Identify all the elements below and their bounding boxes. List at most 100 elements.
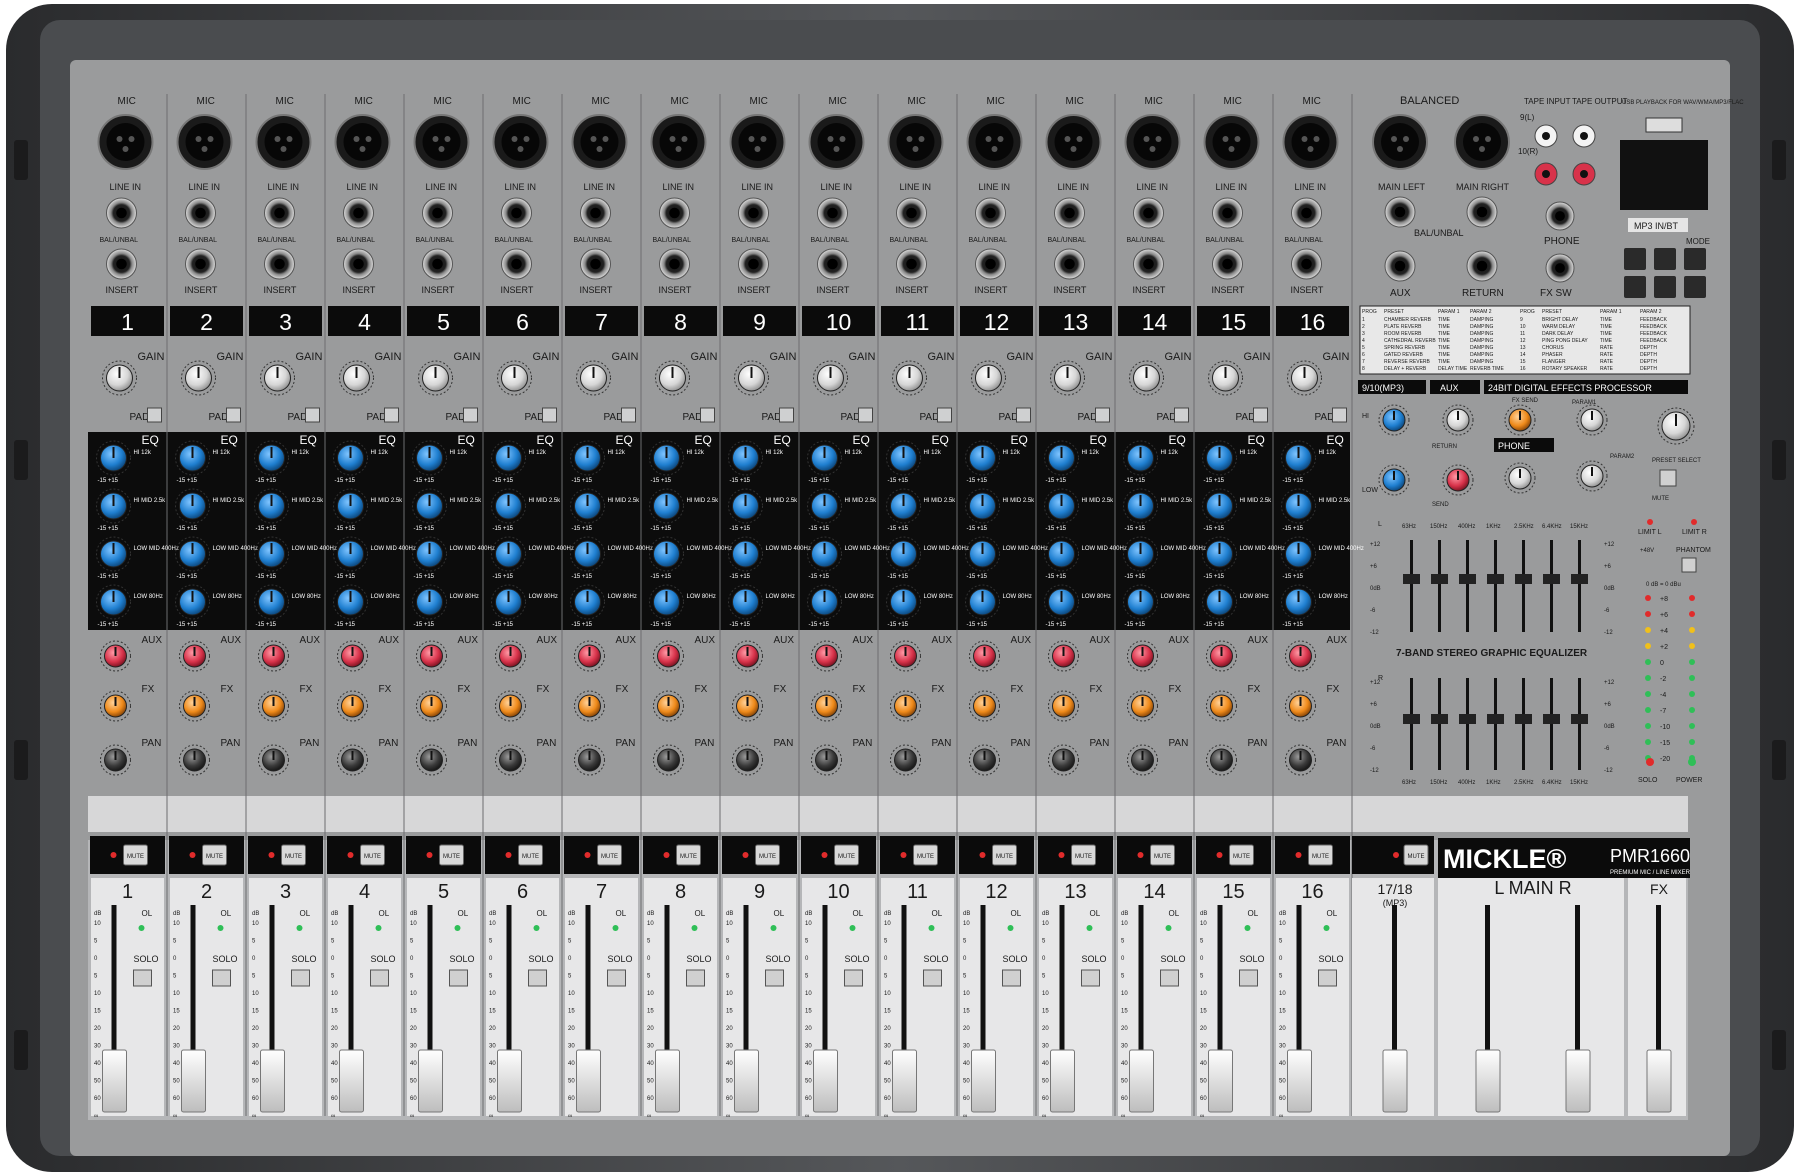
- mic-input-12[interactable]: [966, 114, 1023, 170]
- geq-slider-r-5[interactable]: [1543, 714, 1560, 724]
- geq-slider-r-2[interactable]: [1459, 714, 1476, 724]
- mic-input-16[interactable]: [1282, 114, 1339, 170]
- line-in-jack-5[interactable]: [422, 197, 453, 229]
- solo-button-11[interactable]: [923, 969, 942, 987]
- insert-jack-15[interactable]: [1212, 248, 1243, 280]
- insert-jack-2[interactable]: [185, 248, 216, 280]
- line-in-jack-3[interactable]: [264, 197, 295, 229]
- main-right-jack[interactable]: [1466, 196, 1498, 228]
- solo-button-12[interactable]: [1002, 969, 1021, 987]
- geq-slider-r-4[interactable]: [1515, 714, 1532, 724]
- pad-button-11[interactable]: [937, 407, 952, 423]
- usb-port[interactable]: [1645, 117, 1683, 133]
- return-jack[interactable]: [1466, 250, 1498, 282]
- mic-input-15[interactable]: [1203, 114, 1260, 170]
- master-fader-2-0[interactable]: [1646, 1049, 1672, 1113]
- fx-sw-jack[interactable]: [1545, 253, 1575, 283]
- mic-input-14[interactable]: [1124, 114, 1181, 170]
- line-in-jack-9[interactable]: [738, 197, 769, 229]
- pad-button-14[interactable]: [1174, 407, 1189, 423]
- mic-input-1[interactable]: [97, 114, 154, 170]
- line-in-jack-4[interactable]: [343, 197, 374, 229]
- insert-jack-5[interactable]: [422, 248, 453, 280]
- mic-input-7[interactable]: [571, 114, 628, 170]
- channel-fader-14[interactable]: [1129, 1049, 1154, 1113]
- master-fader-1-0[interactable]: [1475, 1049, 1501, 1113]
- solo-button-3[interactable]: [291, 969, 310, 987]
- line-in-jack-12[interactable]: [975, 197, 1006, 229]
- solo-button-15[interactable]: [1239, 969, 1258, 987]
- channel-fader-1[interactable]: [102, 1049, 127, 1113]
- insert-jack-16[interactable]: [1291, 248, 1322, 280]
- mp3-button-0-0[interactable]: [1624, 248, 1646, 270]
- solo-button-10[interactable]: [844, 969, 863, 987]
- channel-fader-12[interactable]: [971, 1049, 996, 1113]
- mp3-button-1-0[interactable]: [1624, 276, 1646, 298]
- channel-fader-11[interactable]: [892, 1049, 917, 1113]
- line-in-jack-13[interactable]: [1054, 197, 1085, 229]
- mp3-button-0-1[interactable]: [1654, 248, 1676, 270]
- line-in-jack-2[interactable]: [185, 197, 216, 229]
- line-in-jack-16[interactable]: [1291, 197, 1322, 229]
- geq-slider-r-0[interactable]: [1403, 714, 1420, 724]
- geq-slider-l-4[interactable]: [1515, 574, 1532, 584]
- geq-slider-l-3[interactable]: [1487, 574, 1504, 584]
- mic-input-5[interactable]: [413, 114, 470, 170]
- pad-button-13[interactable]: [1095, 407, 1110, 423]
- channel-fader-4[interactable]: [339, 1049, 364, 1113]
- phantom-button[interactable]: [1681, 557, 1697, 573]
- geq-slider-r-6[interactable]: [1571, 714, 1588, 724]
- line-in-jack-8[interactable]: [659, 197, 690, 229]
- main-left-jack[interactable]: [1384, 196, 1416, 228]
- pad-button-6[interactable]: [542, 407, 557, 423]
- mic-input-3[interactable]: [255, 114, 312, 170]
- pad-button-9[interactable]: [779, 407, 794, 423]
- insert-jack-11[interactable]: [896, 248, 927, 280]
- channel-fader-15[interactable]: [1208, 1049, 1233, 1113]
- geq-slider-l-0[interactable]: [1403, 574, 1420, 584]
- pad-button-3[interactable]: [305, 407, 320, 423]
- mic-input-11[interactable]: [887, 114, 944, 170]
- pad-button-10[interactable]: [858, 407, 873, 423]
- mic-input-6[interactable]: [492, 114, 549, 170]
- channel-fader-8[interactable]: [655, 1049, 680, 1113]
- channel-fader-16[interactable]: [1287, 1049, 1312, 1113]
- master-fader-1-1[interactable]: [1565, 1049, 1591, 1113]
- pad-button-8[interactable]: [700, 407, 715, 423]
- pad-button-15[interactable]: [1253, 407, 1268, 423]
- pad-button-4[interactable]: [384, 407, 399, 423]
- mp3-button-1-1[interactable]: [1654, 276, 1676, 298]
- mic-input-9[interactable]: [729, 114, 786, 170]
- phone-jack[interactable]: [1545, 201, 1575, 231]
- solo-button-2[interactable]: [212, 969, 231, 987]
- pad-button-1[interactable]: [147, 407, 162, 423]
- insert-jack-7[interactable]: [580, 248, 611, 280]
- insert-jack-14[interactable]: [1133, 248, 1164, 280]
- channel-fader-10[interactable]: [813, 1049, 838, 1113]
- insert-jack-10[interactable]: [817, 248, 848, 280]
- insert-jack-1[interactable]: [106, 248, 137, 280]
- mp3-button-0-2[interactable]: [1684, 248, 1706, 270]
- line-in-jack-10[interactable]: [817, 197, 848, 229]
- geq-slider-l-5[interactable]: [1543, 574, 1560, 584]
- channel-fader-3[interactable]: [260, 1049, 285, 1113]
- geq-slider-l-2[interactable]: [1459, 574, 1476, 584]
- channel-fader-5[interactable]: [418, 1049, 443, 1113]
- insert-jack-8[interactable]: [659, 248, 690, 280]
- insert-jack-13[interactable]: [1054, 248, 1085, 280]
- line-in-jack-14[interactable]: [1133, 197, 1164, 229]
- line-in-jack-15[interactable]: [1212, 197, 1243, 229]
- channel-fader-9[interactable]: [734, 1049, 759, 1113]
- mic-input-2[interactable]: [176, 114, 233, 170]
- line-in-jack-11[interactable]: [896, 197, 927, 229]
- solo-button-7[interactable]: [607, 969, 626, 987]
- solo-button-9[interactable]: [765, 969, 784, 987]
- channel-fader-13[interactable]: [1050, 1049, 1075, 1113]
- geq-slider-r-3[interactable]: [1487, 714, 1504, 724]
- solo-button-13[interactable]: [1081, 969, 1100, 987]
- insert-jack-3[interactable]: [264, 248, 295, 280]
- solo-button-6[interactable]: [528, 969, 547, 987]
- pad-button-16[interactable]: [1332, 407, 1347, 423]
- solo-button-8[interactable]: [686, 969, 705, 987]
- mp3-button-1-2[interactable]: [1684, 276, 1706, 298]
